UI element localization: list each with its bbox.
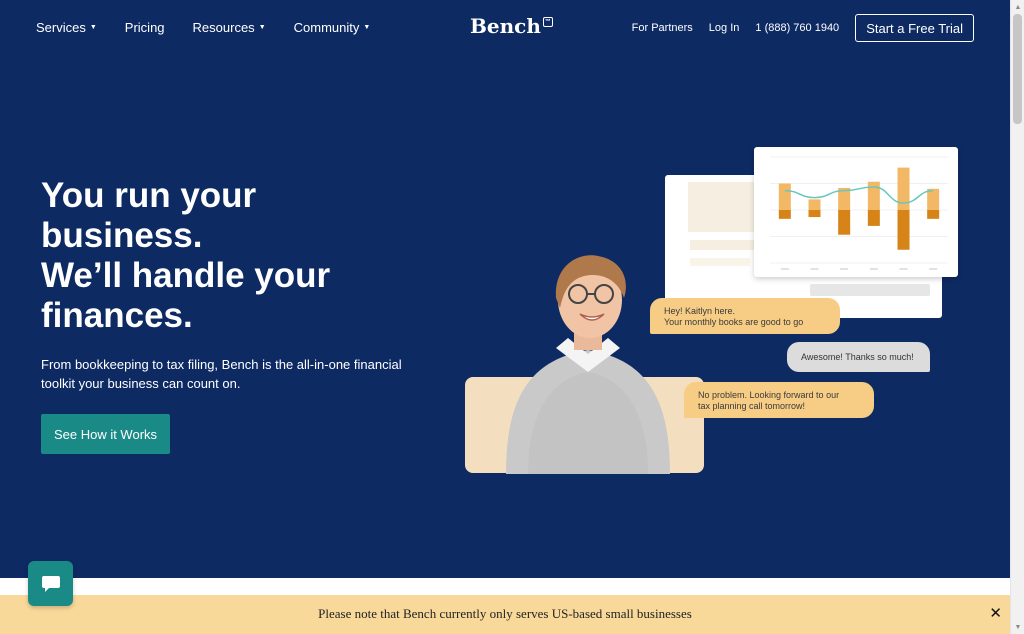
caret-down-icon: ▼ bbox=[258, 24, 266, 31]
bar-chart bbox=[770, 156, 948, 270]
bubble-line: Your monthly books are good to go bbox=[664, 317, 804, 327]
document-block bbox=[688, 182, 758, 232]
nav-item-community[interactable]: Community ▼ bbox=[294, 20, 371, 35]
chart-bar-negative bbox=[838, 210, 851, 235]
scroll-down-icon[interactable]: ▼ bbox=[1011, 620, 1024, 634]
nav-item-pricing[interactable]: Pricing bbox=[125, 20, 165, 35]
chart-bar-positive bbox=[867, 181, 880, 210]
for-partners-link[interactable]: For Partners bbox=[632, 22, 693, 34]
chart-bar-negative bbox=[778, 210, 791, 219]
chart-bar-negative bbox=[808, 210, 821, 218]
caret-down-icon: ▼ bbox=[89, 24, 97, 31]
chart-bar-positive bbox=[927, 188, 940, 210]
nav-item-label: Services bbox=[36, 20, 86, 35]
page: Services ▼ Pricing Resources ▼ Community… bbox=[0, 0, 1010, 634]
document-bar bbox=[810, 284, 930, 296]
caret-down-icon: ▼ bbox=[363, 24, 371, 31]
headline-line: We’ll handle your bbox=[41, 256, 331, 295]
scroll-up-icon[interactable]: ▲ bbox=[1011, 0, 1024, 14]
start-free-trial-button[interactable]: Start a Free Trial bbox=[855, 14, 974, 42]
close-icon[interactable]: ✕ bbox=[989, 604, 1002, 622]
chat-bubble-customer: Awesome! Thanks so much! bbox=[787, 342, 930, 372]
nav-item-services[interactable]: Services ▼ bbox=[36, 20, 97, 35]
see-how-it-works-button[interactable]: See How it Works bbox=[41, 414, 170, 454]
phone-link[interactable]: 1 (888) 760 1940 bbox=[755, 22, 839, 34]
chart-bar-negative bbox=[867, 210, 880, 226]
headline-line: finances. bbox=[41, 296, 193, 335]
nav-item-label: Community bbox=[293, 20, 360, 35]
logo-text: Bench bbox=[470, 14, 541, 38]
scrollbar-thumb[interactable] bbox=[1013, 14, 1022, 124]
nav-actions: For Partners Log In 1 (888) 760 1940 Sta… bbox=[632, 14, 974, 42]
chart-tick bbox=[840, 268, 849, 270]
notice-bar: Please note that Bench currently only se… bbox=[0, 595, 1010, 634]
document-line bbox=[690, 240, 755, 250]
top-nav: Services ▼ Pricing Resources ▼ Community… bbox=[0, 0, 1010, 56]
bench-logo[interactable]: Bench ™ bbox=[470, 14, 553, 38]
hero-subtext: From bookkeeping to tax filing, Bench is… bbox=[41, 357, 402, 391]
chart-trend-line bbox=[784, 186, 934, 204]
nav-menu: Services ▼ Pricing Resources ▼ Community… bbox=[36, 20, 398, 35]
chart-card bbox=[754, 147, 958, 277]
chart-tick bbox=[929, 268, 938, 270]
logo-badge-icon: ™ bbox=[542, 17, 553, 27]
hero-headline: You run your business. We’ll handle your… bbox=[41, 176, 421, 336]
headline-line: business. bbox=[41, 216, 203, 255]
chart-bar-negative bbox=[927, 210, 940, 219]
notice-text: Please note that Bench currently only se… bbox=[318, 606, 692, 621]
bubble-line: tax planning call tomorrow! bbox=[698, 401, 806, 411]
headline-line: You run your bbox=[41, 176, 257, 215]
chart-bar-negative bbox=[897, 210, 910, 250]
person-illustration bbox=[506, 255, 670, 474]
chart-bar-positive bbox=[778, 183, 791, 210]
bubble-line: No problem. Looking forward to our bbox=[698, 390, 840, 400]
chart-bar-positive bbox=[808, 199, 821, 210]
hero-section: Services ▼ Pricing Resources ▼ Community… bbox=[0, 0, 1010, 578]
chart-tick bbox=[780, 268, 789, 270]
bubble-line: Hey! Kaitlyn here. bbox=[664, 306, 736, 316]
chart-tick bbox=[899, 268, 908, 270]
scrollbar[interactable]: ▲ ▼ bbox=[1010, 0, 1024, 634]
nav-item-label: Pricing bbox=[124, 20, 165, 35]
chart-tick bbox=[810, 268, 819, 270]
chart-tick bbox=[869, 268, 878, 270]
chat-widget-button[interactable] bbox=[28, 561, 73, 606]
login-link[interactable]: Log In bbox=[709, 22, 740, 34]
document-line bbox=[690, 258, 750, 266]
bubble-line: Awesome! Thanks so much! bbox=[801, 351, 914, 362]
chat-bubble-accountant: Hey! Kaitlyn here. Your monthly books ar… bbox=[650, 298, 840, 334]
chat-icon bbox=[41, 575, 60, 592]
chat-bubble-accountant-reply: No problem. Looking forward to our tax p… bbox=[684, 382, 874, 418]
nav-item-label: Resources bbox=[192, 20, 255, 35]
nav-item-resources[interactable]: Resources ▼ bbox=[193, 20, 266, 35]
